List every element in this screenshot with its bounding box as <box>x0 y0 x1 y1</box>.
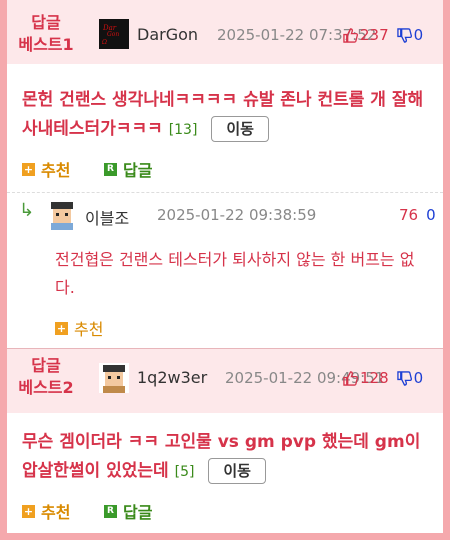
reply-r-icon: R <box>104 162 117 176</box>
divider <box>7 192 443 193</box>
svg-text:Ω: Ω <box>101 39 107 46</box>
post-title[interactable]: 무슨 겜이더라 ㅋㅋ 고인물 vs gm pvp 했는데 gm이 압살한썰이 있… <box>22 428 432 487</box>
recommend-label: 추천 <box>41 161 71 180</box>
comment-text: 전건협은 건랜스 테스터가 퇴사하지 않는 한 버프는 없다. <box>55 250 415 297</box>
downvote-count[interactable]: 0 <box>426 206 436 224</box>
move-button[interactable]: 이동 <box>208 458 266 484</box>
nickname[interactable]: 이블조 <box>85 205 129 229</box>
recommend-label: 추천 <box>41 503 71 522</box>
recommend-button[interactable]: + 추천 <box>55 316 103 340</box>
reply-button[interactable]: R 답글 <box>104 157 152 181</box>
avatar[interactable] <box>99 363 129 393</box>
thumbs-up-icon[interactable] <box>343 27 358 43</box>
plus-icon: + <box>55 321 68 335</box>
reply-button[interactable]: R 답글 <box>104 499 152 523</box>
timestamp: 2025-01-22 09:38:59 <box>157 206 317 224</box>
avatar[interactable] <box>47 200 77 230</box>
post-title[interactable]: 몬헌 건랜스 생각나네ㅋㅋㅋㅋ 슈발 존나 컨트롤 개 잘해 사내테스터가ㅋㅋㅋ… <box>22 86 432 145</box>
svg-text:Gon: Gon <box>107 31 119 38</box>
recommend-label: 추천 <box>74 320 104 339</box>
thumbs-down-icon[interactable] <box>396 27 412 43</box>
best-replies-panel: 답글 베스트1 Dar Gon Ω DarGon 2025-01-22 07:37… <box>7 0 443 533</box>
plus-icon: + <box>22 504 35 518</box>
reply-arrow-icon: ↳ <box>19 200 35 221</box>
recommend-button[interactable]: + 추천 <box>22 157 70 181</box>
comment-count: [5] <box>174 464 195 480</box>
comment-count: [13] <box>168 122 198 138</box>
avatar[interactable]: Dar Gon Ω <box>99 19 129 49</box>
upvote-count: 237 <box>360 26 389 44</box>
thumbs-up-icon[interactable] <box>343 370 358 386</box>
nickname[interactable]: 1q2w3er <box>137 368 207 387</box>
upvote-count[interactable]: 76 <box>399 206 418 224</box>
nickname[interactable]: DarGon <box>137 25 198 44</box>
reply-r-icon: R <box>104 504 117 518</box>
plus-icon: + <box>22 162 35 176</box>
rank-label: 답글 베스트2 <box>18 356 74 397</box>
post-header: 답글 베스트2 1q2w3er 2025-01-22 09:49:51 128 0 <box>7 349 443 413</box>
rank-label: 답글 베스트1 <box>18 13 74 54</box>
thumbs-down-icon[interactable] <box>396 370 412 386</box>
recommend-button[interactable]: + 추천 <box>22 499 70 523</box>
vote-counts: 128 0 <box>343 369 423 387</box>
reply-label: 답글 <box>123 161 153 180</box>
upvote-count: 128 <box>360 369 389 387</box>
downvote-count: 0 <box>413 369 424 387</box>
move-button[interactable]: 이동 <box>211 116 269 142</box>
post-header: 답글 베스트1 Dar Gon Ω DarGon 2025-01-22 07:37… <box>7 0 443 64</box>
reply-label: 답글 <box>123 503 153 522</box>
vote-counts: 237 0 <box>343 26 423 44</box>
vote-counts: 76 0 <box>399 206 436 224</box>
downvote-count: 0 <box>413 26 424 44</box>
